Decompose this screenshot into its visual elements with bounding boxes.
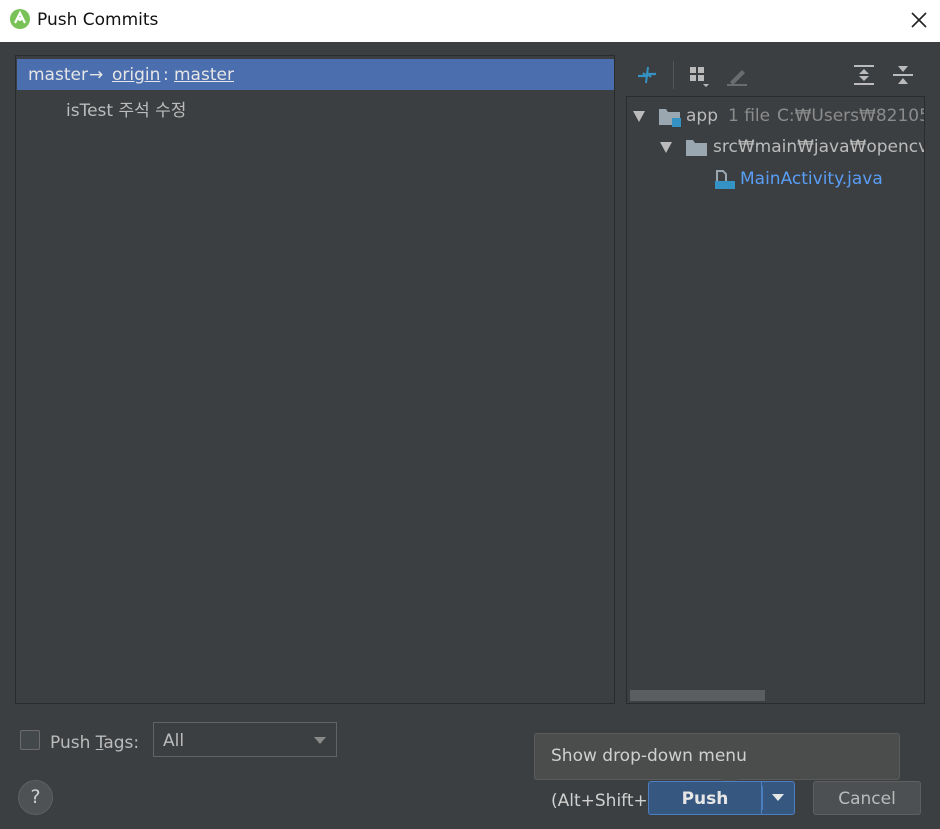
commits-tree[interactable]: master → origin : master isTest 주석 수정 [15,55,615,704]
push-tags-label-text: Push [50,733,96,753]
branch-row[interactable]: master → origin : master [17,59,614,90]
button-divider [762,786,763,810]
expand-all-icon[interactable] [852,63,876,87]
horizontal-scrollbar[interactable] [630,690,765,701]
tags-select[interactable]: All [153,722,337,757]
module-file-count: 1 file [728,106,771,126]
edit-icon[interactable] [725,63,749,87]
push-tags-checkbox[interactable] [20,730,40,750]
target-branch-link[interactable]: master [174,65,234,85]
chevron-down-icon [772,794,784,801]
help-button[interactable]: ? [18,780,53,815]
module-path: C:₩Users₩82105₩ [777,106,924,126]
android-studio-icon [10,9,30,29]
cancel-button[interactable]: Cancel [813,781,921,815]
expand-toggle-icon[interactable] [633,111,645,122]
collapse-all-icon[interactable] [891,63,915,87]
tags-select-value: All [163,731,185,751]
push-tags-label: Push Tags: [50,733,139,753]
module-folder-icon [659,109,681,127]
group-by-icon[interactable] [687,63,711,87]
close-icon[interactable] [903,4,935,36]
push-button[interactable]: Push [648,781,761,815]
push-tags-label-rest: ags: [103,733,140,753]
push-dropdown-button[interactable] [761,781,795,815]
tooltip: Show drop-down menu (Alt+Shift+Enter) [534,733,900,811]
toolbar-separator [673,61,674,89]
branch-separator: : [163,65,169,85]
java-file-icon [715,170,735,189]
local-branch: master [28,65,88,85]
compare-icon[interactable] [635,63,659,87]
changed-file[interactable]: MainActivity.java [740,169,883,189]
window-title: Push Commits [37,10,159,30]
chevron-down-icon [314,737,326,744]
expand-toggle-icon[interactable] [660,142,672,153]
commit-item[interactable]: isTest 주석 수정 [66,96,186,121]
module-name: app [686,106,718,126]
remote-link[interactable]: origin [112,65,160,85]
folder-path: src₩main₩java₩opencvte [713,137,925,157]
changes-tree[interactable]: app 1 file C:₩Users₩82105₩ src₩main₩java… [626,96,925,704]
changes-toolbar [626,55,926,95]
title-bar: Push Commits [0,0,940,42]
push-arrow-glyph: → [89,65,104,85]
folder-icon [686,140,707,156]
